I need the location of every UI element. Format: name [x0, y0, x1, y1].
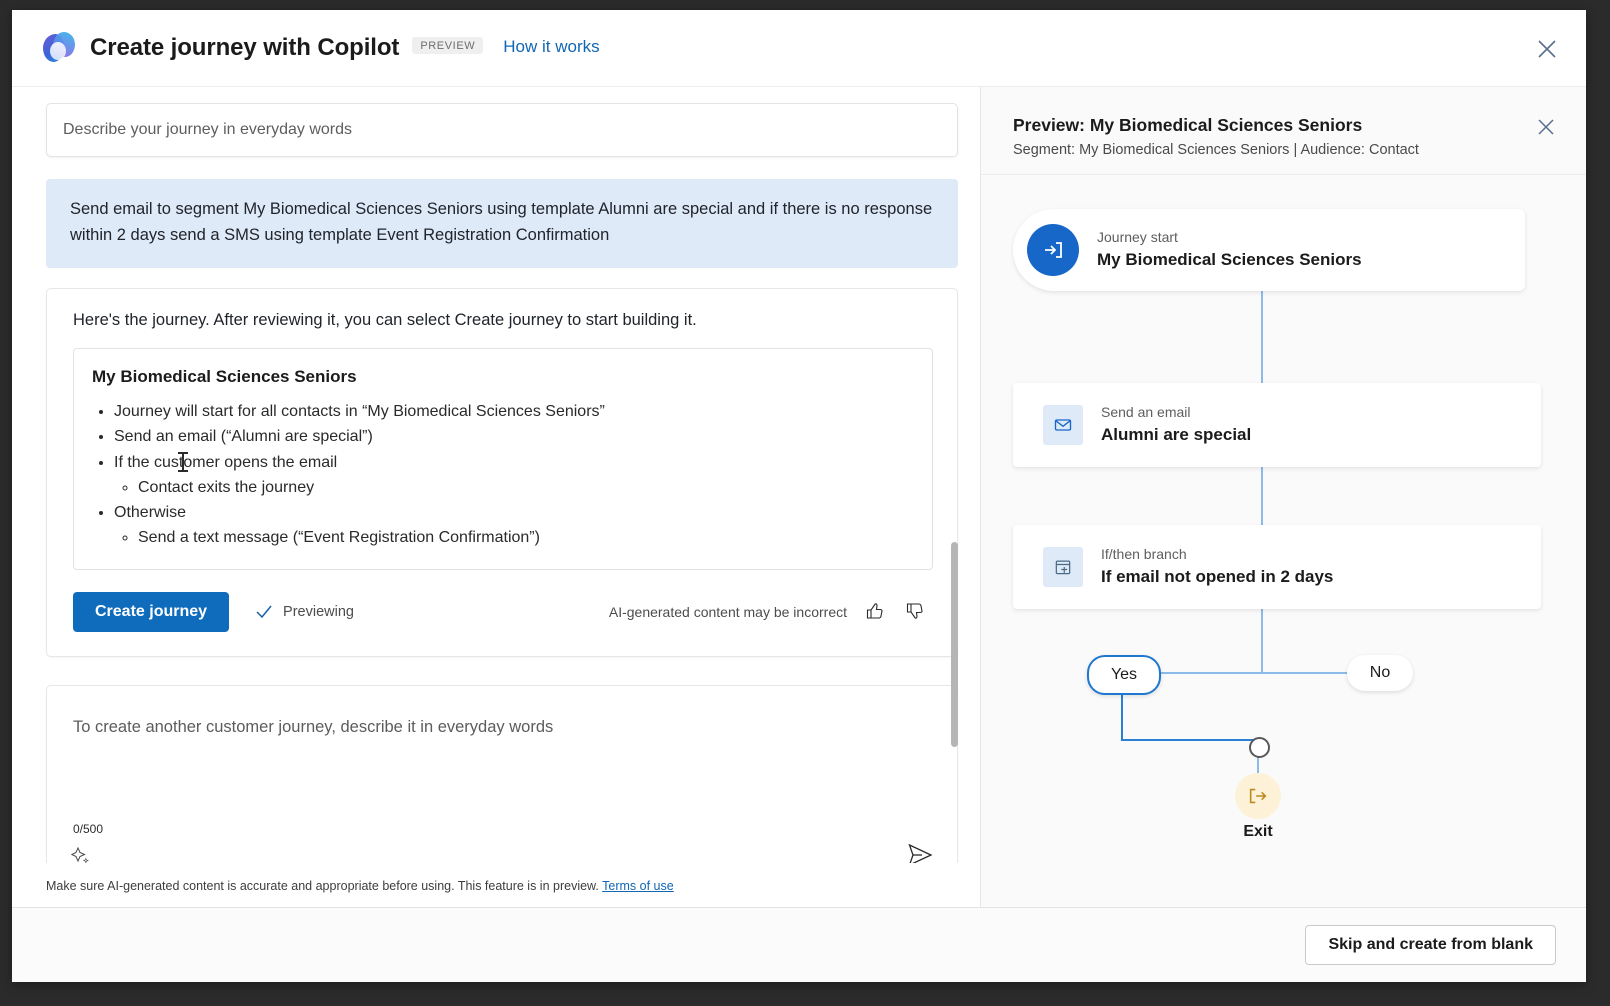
- check-icon: [255, 603, 273, 621]
- disclaimer-text: Make sure AI-generated content is accura…: [46, 879, 599, 893]
- skip-and-create-from-blank-button[interactable]: Skip and create from blank: [1305, 925, 1556, 965]
- edge-yes-down: [1121, 691, 1123, 741]
- list-item: If the customer opens the email: [114, 450, 912, 475]
- preview-header: Preview: My Biomedical Sciences Seniors …: [981, 87, 1586, 175]
- text-cursor: [182, 452, 184, 472]
- exit-icon: [1235, 773, 1281, 819]
- page-title: Create journey with Copilot: [90, 34, 399, 62]
- dialog-header: Create journey with Copilot PREVIEW How …: [12, 10, 1586, 87]
- node-name: Alumni are special: [1101, 424, 1251, 447]
- email-icon: [1043, 405, 1083, 445]
- create-journey-dialog: Create journey with Copilot PREVIEW How …: [12, 10, 1586, 982]
- journey-summary-box: My Biomedical Sciences Seniors Journey w…: [73, 348, 933, 570]
- node-name: If email not opened in 2 days: [1101, 566, 1333, 589]
- branch-yes-pill[interactable]: Yes: [1087, 655, 1161, 695]
- list-item: Otherwise: [114, 500, 912, 525]
- list-item: Send an email (“Alumni are special”): [114, 424, 912, 449]
- journey-node-branch[interactable]: If/then branch If email not opened in 2 …: [1013, 525, 1541, 609]
- how-it-works-link[interactable]: How it works: [503, 37, 599, 57]
- compose-box[interactable]: To create another customer journey, desc…: [46, 685, 958, 863]
- branch-icon: [1043, 547, 1083, 587]
- terms-of-use-link[interactable]: Terms of use: [602, 879, 674, 893]
- ai-disclaimer-footer: Make sure AI-generated content is accura…: [12, 863, 980, 907]
- node-kicker: Send an email: [1101, 403, 1251, 422]
- node-text: If/then branch If email not opened in 2 …: [1101, 545, 1333, 589]
- send-icon[interactable]: [907, 842, 933, 863]
- chat-scrollbar-thumb[interactable]: [951, 542, 958, 747]
- journey-substep-list: Send a text message (“Event Registration…: [114, 525, 912, 550]
- character-counter: 0/500: [73, 822, 103, 836]
- edge-yes-horizontal: [1121, 739, 1258, 741]
- preview-subtitle: Segment: My Biomedical Sciences Seniors …: [1013, 142, 1586, 158]
- thumbs-up-icon[interactable]: [865, 601, 885, 621]
- chat-pane: Describe your journey in everyday words …: [12, 87, 981, 907]
- journey-step-list: Journey will start for all contacts in “…: [92, 399, 912, 551]
- close-icon[interactable]: [1536, 38, 1558, 60]
- edge-branch-down: [1261, 609, 1263, 673]
- node-name: My Biomedical Sciences Seniors: [1097, 249, 1362, 272]
- create-journey-button[interactable]: Create journey: [73, 592, 229, 632]
- compose-placeholder: To create another customer journey, desc…: [73, 718, 553, 737]
- list-item: Journey will start for all contacts in “…: [114, 399, 912, 424]
- list-item: Send a text message (“Event Registration…: [138, 525, 912, 550]
- node-kicker: Journey start: [1097, 228, 1362, 247]
- journey-canvas: Journey start My Biomedical Sciences Sen…: [981, 175, 1586, 907]
- preview-title: Preview: My Biomedical Sciences Seniors: [1013, 115, 1586, 136]
- describe-journey-placeholder: Describe your journey in everyday words: [63, 121, 352, 139]
- sparkle-icon: [71, 846, 93, 863]
- assistant-response-card: Here's the journey. After reviewing it, …: [46, 288, 958, 657]
- add-step-node[interactable]: [1249, 737, 1270, 758]
- copilot-logo-icon: [42, 31, 76, 65]
- exit-label: Exit: [1213, 823, 1303, 841]
- user-message-bubble: Send email to segment My Biomedical Scie…: [46, 179, 958, 268]
- journey-start-icon: [1027, 224, 1079, 276]
- edge-start-to-email: [1261, 291, 1263, 383]
- node-text: Journey start My Biomedical Sciences Sen…: [1097, 228, 1362, 272]
- assistant-lead-text: Here's the journey. After reviewing it, …: [73, 311, 933, 330]
- journey-node-email[interactable]: Send an email Alumni are special: [1013, 383, 1541, 467]
- journey-node-start[interactable]: Journey start My Biomedical Sciences Sen…: [1013, 209, 1525, 291]
- preview-badge: PREVIEW: [412, 37, 483, 54]
- node-kicker: If/then branch: [1101, 545, 1333, 564]
- describe-journey-input[interactable]: Describe your journey in everyday words: [46, 103, 958, 157]
- close-preview-icon[interactable]: [1536, 117, 1556, 137]
- ai-disclaimer-inline: AI-generated content may be incorrect: [609, 604, 847, 620]
- journey-substep-list: Contact exits the journey: [114, 475, 912, 500]
- dialog-body: Describe your journey in everyday words …: [12, 87, 1586, 907]
- branch-no-pill[interactable]: No: [1347, 655, 1413, 691]
- edge-email-to-branch: [1261, 467, 1263, 525]
- thumbs-down-icon[interactable]: [905, 601, 925, 621]
- list-item: Contact exits the journey: [138, 475, 912, 500]
- journey-summary-title: My Biomedical Sciences Seniors: [92, 367, 912, 387]
- node-text: Send an email Alumni are special: [1101, 403, 1251, 447]
- previewing-label: Previewing: [283, 604, 354, 620]
- previewing-status: Previewing: [255, 603, 354, 621]
- dialog-footer: Skip and create from blank: [12, 907, 1586, 982]
- assistant-action-row: Create journey Previewing AI-generated c…: [73, 592, 933, 632]
- preview-pane: Preview: My Biomedical Sciences Seniors …: [981, 87, 1586, 907]
- chat-scroll-area: Describe your journey in everyday words …: [12, 87, 980, 863]
